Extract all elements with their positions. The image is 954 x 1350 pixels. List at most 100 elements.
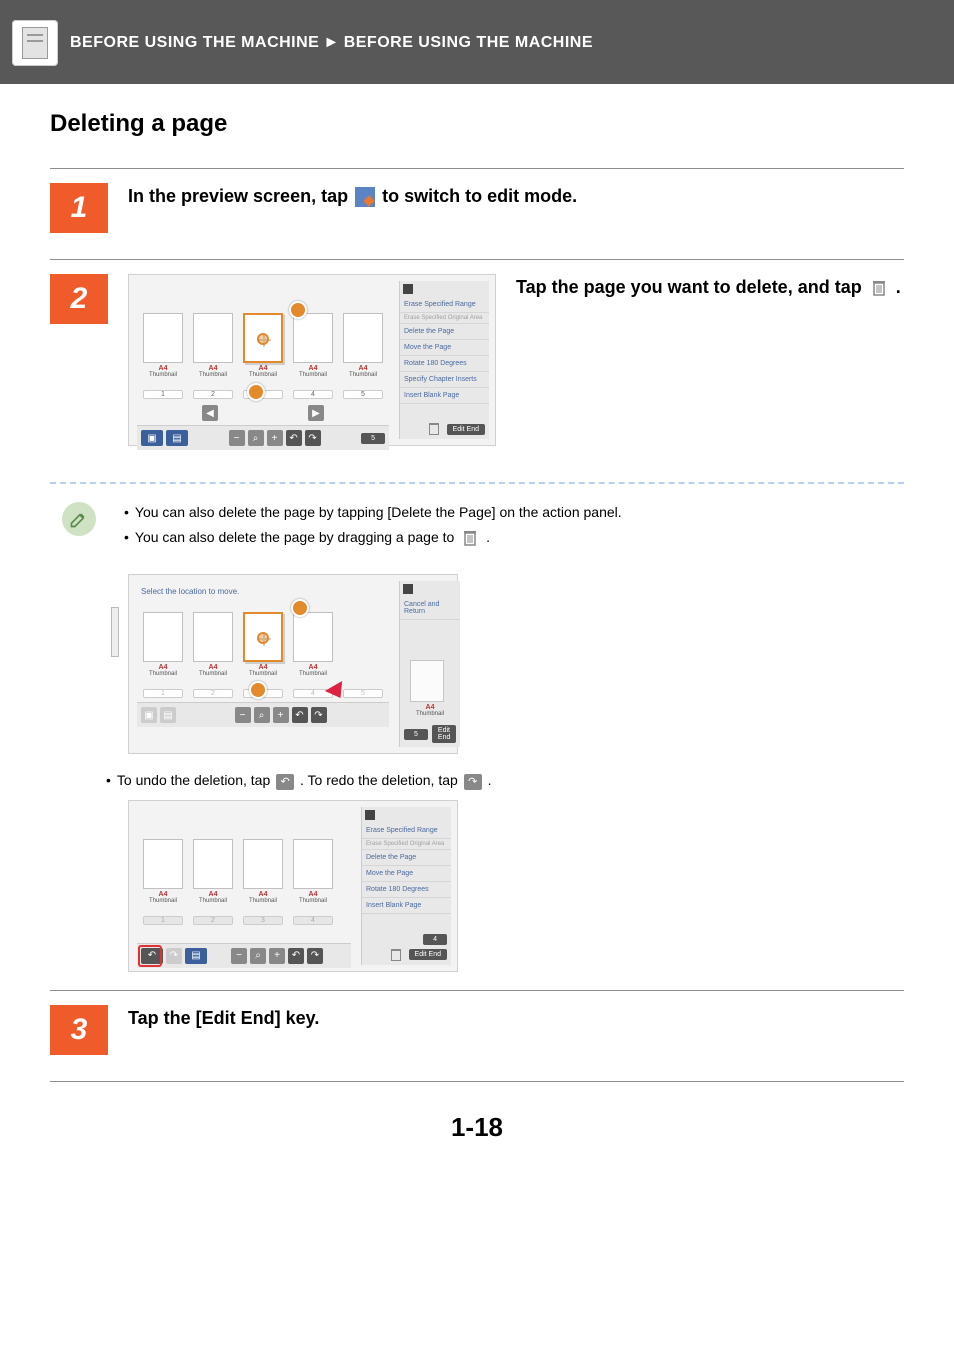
view-mode-2-icon[interactable]: ▤: [166, 430, 188, 446]
page-index: 2: [193, 689, 233, 698]
zoom-in-icon[interactable]: +: [267, 430, 283, 446]
page-thumbnail[interactable]: A4Thumbnail: [193, 313, 233, 378]
action-erase-area[interactable]: Erase Specified Original Area: [362, 839, 451, 850]
zoom-icon[interactable]: ⌕: [248, 430, 264, 446]
edit-end-button[interactable]: Edit End: [409, 949, 447, 960]
redo-icon[interactable]: ↷: [305, 430, 321, 446]
highlight-box: [138, 945, 162, 967]
breadcrumb-section: BEFORE USING THE MACHINE: [70, 34, 319, 52]
edit-mode-icon: [355, 187, 375, 207]
action-erase-range[interactable]: Erase Specified Range: [362, 823, 451, 839]
action-erase-range[interactable]: Erase Specified Range: [400, 297, 489, 313]
chevron-right-icon: ►: [323, 34, 339, 52]
panel-message: Select the location to move.: [137, 585, 389, 598]
action-rotate-180[interactable]: Rotate 180 Degrees: [362, 882, 451, 898]
dragged-thumbnail: A4 Thumbnail: [410, 660, 450, 717]
note-body: •You can also delete the page by tapping…: [124, 500, 904, 550]
view-mode-1-icon[interactable]: ▣: [141, 430, 163, 446]
collapse-icon[interactable]: [403, 284, 413, 294]
action-insert-blank[interactable]: Insert Blank Page: [362, 898, 451, 914]
view-mode-2-icon[interactable]: ▤: [160, 707, 176, 723]
action-panel: Cancel and Return A4 Thumbnail 5 Edit En…: [399, 581, 460, 747]
note-2: You can also delete the page by dragging…: [135, 525, 490, 550]
scroll-right-icon[interactable]: ▶: [308, 405, 324, 421]
undo-redo-note: • To undo the deletion, tap . To redo th…: [106, 772, 904, 789]
action-delete-page[interactable]: Delete the Page: [400, 324, 489, 340]
step-2-post: .: [896, 277, 901, 297]
zoom-out-icon[interactable]: −: [229, 430, 245, 446]
thumbnail-row: A4Thumbnail A4Thumbnail A4Thumbnail A4Th…: [137, 598, 389, 685]
step-1-text: In the preview screen, tap to switch to …: [128, 183, 577, 210]
thumbnail-row: A4Thumbnail A4Thumbnail A4Thumbnail A4Th…: [137, 285, 389, 386]
page-number-strip: 1 2 3 4: [137, 912, 351, 929]
page-index: 3: [243, 916, 283, 925]
page-thumbnail[interactable]: A4Thumbnail: [293, 839, 333, 904]
zoom-icon[interactable]: ⌕: [254, 707, 270, 723]
zoom-out-icon[interactable]: −: [231, 948, 247, 964]
bullet-icon: •: [124, 500, 129, 525]
page-count: 4: [423, 934, 447, 945]
page-count: 5: [404, 729, 428, 740]
action-insert-blank[interactable]: Insert Blank Page: [400, 388, 489, 404]
document-icon: [22, 27, 48, 59]
page-body: Deleting a page 1 In the preview screen,…: [0, 84, 954, 1193]
redo-icon: [464, 774, 482, 790]
page-thumbnail[interactable]: A4Thumbnail: [143, 313, 183, 378]
collapse-icon[interactable]: [365, 810, 375, 820]
zoom-out-icon[interactable]: −: [235, 707, 251, 723]
action-move-page[interactable]: Move the Page: [400, 340, 489, 356]
undo-icon: [276, 774, 294, 790]
undo-icon[interactable]: ↶: [292, 707, 308, 723]
action-panel: Erase Specified Range Erase Specified Or…: [361, 807, 451, 965]
view-mode-1-icon[interactable]: ▣: [141, 707, 157, 723]
page-title: Deleting a page: [50, 110, 904, 138]
view-mode-icon[interactable]: ▤: [185, 948, 207, 964]
page-thumbnail-selected[interactable]: A4Thumbnail: [243, 612, 283, 677]
edit-end-button[interactable]: Edit End: [447, 424, 485, 435]
thumbnail-area: A4Thumbnail A4Thumbnail A4Thumbnail A4Th…: [135, 281, 391, 439]
action-move-page[interactable]: Move the Page: [362, 866, 451, 882]
step-2-pre: Tap the page you want to delete, and tap: [516, 277, 867, 297]
zoom-in-icon[interactable]: +: [273, 707, 289, 723]
scroll-left-icon[interactable]: ◀: [202, 405, 218, 421]
page-thumbnail[interactable]: A4Thumbnail: [293, 612, 333, 677]
drag-end-marker-icon: [247, 383, 265, 401]
thumbnail-area: A4Thumbnail A4Thumbnail A4Thumbnail A4Th…: [135, 807, 353, 965]
action-chapter-inserts[interactable]: Specify Chapter Inserts: [400, 372, 489, 388]
page-thumbnail[interactable]: A4Thumbnail: [293, 313, 333, 378]
action-cancel-return[interactable]: Cancel and Return: [400, 597, 460, 620]
action-rotate-180[interactable]: Rotate 180 Degrees: [400, 356, 489, 372]
redo-icon[interactable]: ↷: [307, 948, 323, 964]
page-thumbnail[interactable]: A4Thumbnail: [193, 839, 233, 904]
step-2: 2 A4Thumbnail A4Thumbnail A4Thumbnail A4…: [50, 260, 904, 472]
page-thumbnail[interactable]: A4Thumbnail: [193, 612, 233, 677]
breadcrumb-page: BEFORE USING THE MACHINE: [344, 34, 593, 52]
zoom-in-icon[interactable]: +: [269, 948, 285, 964]
top-bar: [0, 0, 954, 10]
zoom-icon[interactable]: ⌕: [250, 948, 266, 964]
trash-icon[interactable]: [429, 423, 439, 435]
step-3-text: Tap the [Edit End] key.: [128, 1005, 319, 1032]
thumbnail-area: Select the location to move. A4Thumbnail…: [135, 581, 391, 747]
action-panel: Erase Specified Range Erase Specified Or…: [399, 281, 489, 439]
dashed-divider: [50, 482, 904, 484]
undo-icon[interactable]: ↶: [288, 948, 304, 964]
thumbnail-row: A4Thumbnail A4Thumbnail A4Thumbnail A4Th…: [137, 811, 351, 912]
page-thumbnail[interactable]: A4Thumbnail: [143, 839, 183, 904]
action-delete-page[interactable]: Delete the Page: [362, 850, 451, 866]
collapse-icon[interactable]: [403, 584, 413, 594]
undo-icon[interactable]: ↶: [286, 430, 302, 446]
edit-end-button[interactable]: Edit End: [432, 725, 456, 743]
bullet-icon: •: [106, 772, 111, 789]
redo-icon[interactable]: ↷: [311, 707, 327, 723]
page-index: 1: [143, 689, 183, 698]
breadcrumb: BEFORE USING THE MACHINE ► BEFORE USING …: [0, 10, 954, 84]
page-thumbnail[interactable]: A4Thumbnail: [343, 313, 383, 378]
page-thumbnail[interactable]: A4Thumbnail: [143, 612, 183, 677]
action-erase-area[interactable]: Erase Specified Original Area: [400, 313, 489, 324]
trash-icon[interactable]: [391, 949, 401, 961]
page-thumbnail[interactable]: A4Thumbnail: [243, 839, 283, 904]
page-thumbnail-selected[interactable]: A4Thumbnail: [243, 313, 283, 378]
page-index: 5: [343, 390, 383, 399]
step-3: 3 Tap the [Edit End] key.: [50, 991, 904, 1081]
